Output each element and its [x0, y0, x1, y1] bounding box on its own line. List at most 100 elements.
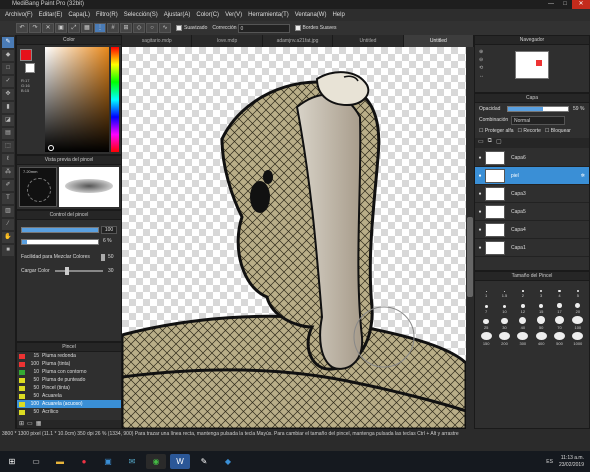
brush-size-option[interactable]: 25 — [478, 316, 494, 330]
menu-item-10[interactable]: Help — [329, 12, 347, 18]
brush-list-item[interactable]: 10 Pluma con contorno — [17, 368, 121, 376]
tab-1[interactable]: love.mdp — [192, 35, 263, 47]
maximize-button[interactable]: □ — [558, 0, 572, 9]
brush-list-item[interactable]: 100 Pluma (tinta) — [17, 360, 121, 368]
brush-size-option[interactable]: 100 — [570, 316, 586, 330]
clear-icon[interactable]: ✕ — [42, 23, 54, 33]
app-icon[interactable]: ◆ — [218, 454, 238, 469]
curve-icon[interactable]: ∿ — [159, 23, 171, 33]
brush-size-option[interactable]: 150 — [478, 332, 494, 346]
menu-item-9[interactable]: Ventana(W) — [292, 12, 330, 18]
navigator-thumbnail[interactable] — [515, 51, 549, 79]
move-tool-icon[interactable]: ✥ — [2, 89, 14, 100]
brush-size-option[interactable]: 70 — [551, 316, 567, 330]
eye-icon[interactable]: ● — [475, 245, 485, 251]
eye-icon[interactable]: ● — [475, 173, 485, 179]
layer-row[interactable]: ● Capa4 — [475, 221, 589, 239]
brush-size-option[interactable]: 1.5 — [496, 284, 512, 298]
magic-wand-icon[interactable]: ⁂ — [2, 167, 14, 178]
brush-size-option[interactable]: 30 — [496, 316, 512, 330]
brush-list-item[interactable]: 50 Acrílico — [17, 408, 121, 416]
eraser-tool-icon[interactable]: ◆ — [2, 50, 14, 61]
menu-item-5[interactable]: Ajustar(A) — [161, 12, 194, 18]
color-swap-icon[interactable]: ■ — [2, 245, 14, 256]
chrome-icon[interactable]: ◉ — [146, 454, 166, 469]
add-brush-icon[interactable]: ⊞ — [19, 420, 24, 428]
brush-size-option[interactable]: 4 — [551, 284, 567, 298]
brush-size-option[interactable]: 400 — [533, 332, 549, 346]
menu-item-8[interactable]: Herramienta(T) — [245, 12, 292, 18]
menu-item-4[interactable]: Selección(S) — [121, 12, 161, 18]
browser-icon[interactable]: ● — [74, 454, 94, 469]
brush-size-option[interactable]: 1 — [478, 284, 494, 298]
mix-slider-handle[interactable] — [101, 254, 105, 261]
brush-size-option[interactable]: 10 — [496, 300, 512, 314]
brush-size-option[interactable]: 50 — [533, 316, 549, 330]
snap-icon[interactable]: ⋮ — [94, 23, 106, 33]
eye-icon[interactable]: ● — [475, 191, 485, 197]
mail-icon[interactable]: ✉ — [122, 454, 142, 469]
eye-icon[interactable]: ● — [475, 227, 485, 233]
perspective-icon[interactable]: ◇ — [133, 23, 145, 33]
menu-item-1[interactable]: Editar(E) — [36, 12, 66, 18]
select-tool-icon[interactable]: ⬚ — [2, 141, 14, 152]
file-explorer-icon[interactable]: ▬ — [50, 454, 70, 469]
ruler-icon[interactable]: ⊞ — [120, 23, 132, 33]
eye-icon[interactable]: ● — [475, 209, 485, 215]
language-indicator[interactable]: ES — [546, 459, 553, 465]
color-picker-cursor[interactable] — [48, 145, 54, 151]
layer-opacity-slider[interactable] — [507, 106, 569, 112]
brush-list-item[interactable]: 50 Acuarela — [17, 392, 121, 400]
divide-tool-icon[interactable]: ▥ — [2, 206, 14, 217]
bucket-tool-icon[interactable]: ◪ — [2, 115, 14, 126]
task-view-icon[interactable]: ▭ — [26, 454, 46, 469]
brush-list-item[interactable]: 15 Pluma redonda — [17, 352, 121, 360]
navigator-buttons[interactable]: ⊕ ⊖ ⟲ ↔ — [479, 48, 489, 88]
brush-size-option[interactable]: 17 — [551, 300, 567, 314]
load-slider[interactable] — [55, 267, 103, 275]
layer-row[interactable]: ● Capa3 — [475, 185, 589, 203]
brush-size-option[interactable]: 20 — [570, 300, 586, 314]
close-button[interactable]: ✕ — [572, 0, 590, 9]
snap-off-icon[interactable]: ▦ — [81, 23, 93, 33]
tab-3[interactable]: Untitled — [333, 35, 404, 47]
hue-slider[interactable] — [111, 47, 119, 152]
store-icon[interactable]: ▣ — [98, 454, 118, 469]
brush-list-item[interactable]: 100 Acuarela (acuoso) — [17, 400, 121, 408]
layer-folder-icon[interactable]: ▢ — [496, 138, 502, 148]
brush-size-option[interactable]: 1000 — [570, 332, 586, 346]
duplicate-layer-icon[interactable]: ⧉ — [488, 138, 492, 148]
text-tool-icon[interactable]: T — [2, 193, 14, 204]
menu-item-2[interactable]: Capa(L) — [65, 12, 93, 18]
clock[interactable]: 11:13 a.m. 23/02/2019 — [559, 455, 584, 469]
brush-size-option[interactable]: 40 — [515, 316, 531, 330]
suavizado-checkbox[interactable]: Suavizado — [176, 25, 207, 31]
secondary-color-swatch[interactable] — [25, 63, 35, 73]
fill-icon[interactable]: ▣ — [55, 23, 67, 33]
brush-size-option[interactable]: 200 — [496, 332, 512, 346]
clip-checkbox[interactable]: ☐ Recorte — [518, 128, 541, 134]
grid-icon[interactable]: # — [107, 23, 119, 33]
check-tool-icon[interactable]: ✓ — [2, 76, 14, 87]
brush-list-item[interactable]: 50 Pincel (tinta) — [17, 384, 121, 392]
medibang-taskbar-icon[interactable]: ✎ — [194, 454, 214, 469]
layer-row[interactable]: ● Capa1 — [475, 239, 589, 257]
canvas[interactable] — [122, 47, 466, 429]
new-layer-icon[interactable]: ▭ — [478, 138, 484, 148]
color-square[interactable] — [45, 47, 109, 152]
primary-color-swatch[interactable] — [20, 49, 32, 61]
layer-row[interactable]: ● Capa5 — [475, 203, 589, 221]
brush-size-option[interactable]: 12 — [515, 300, 531, 314]
menu-item-3[interactable]: Filtro(R) — [93, 12, 121, 18]
lasso-tool-icon[interactable]: ℓ — [2, 154, 14, 165]
protect-alpha-checkbox[interactable]: ☐ Proteger alfa — [479, 128, 514, 134]
tab-4[interactable]: Untitled — [403, 35, 475, 47]
brush-list-item[interactable]: 50 Pluma de punteado — [17, 376, 121, 384]
gradient-tool-icon[interactable]: ▤ — [2, 128, 14, 139]
circle-icon[interactable]: ○ — [146, 23, 158, 33]
tab-2[interactable]: adamjnv.a21fat.jpg — [263, 35, 334, 47]
layer-row[interactable]: ● piel ✲ — [475, 167, 589, 185]
hand-tool-icon[interactable]: ✋ — [2, 232, 14, 243]
redo-icon[interactable]: ↷ — [29, 23, 41, 33]
opacity-slider[interactable] — [21, 239, 99, 245]
